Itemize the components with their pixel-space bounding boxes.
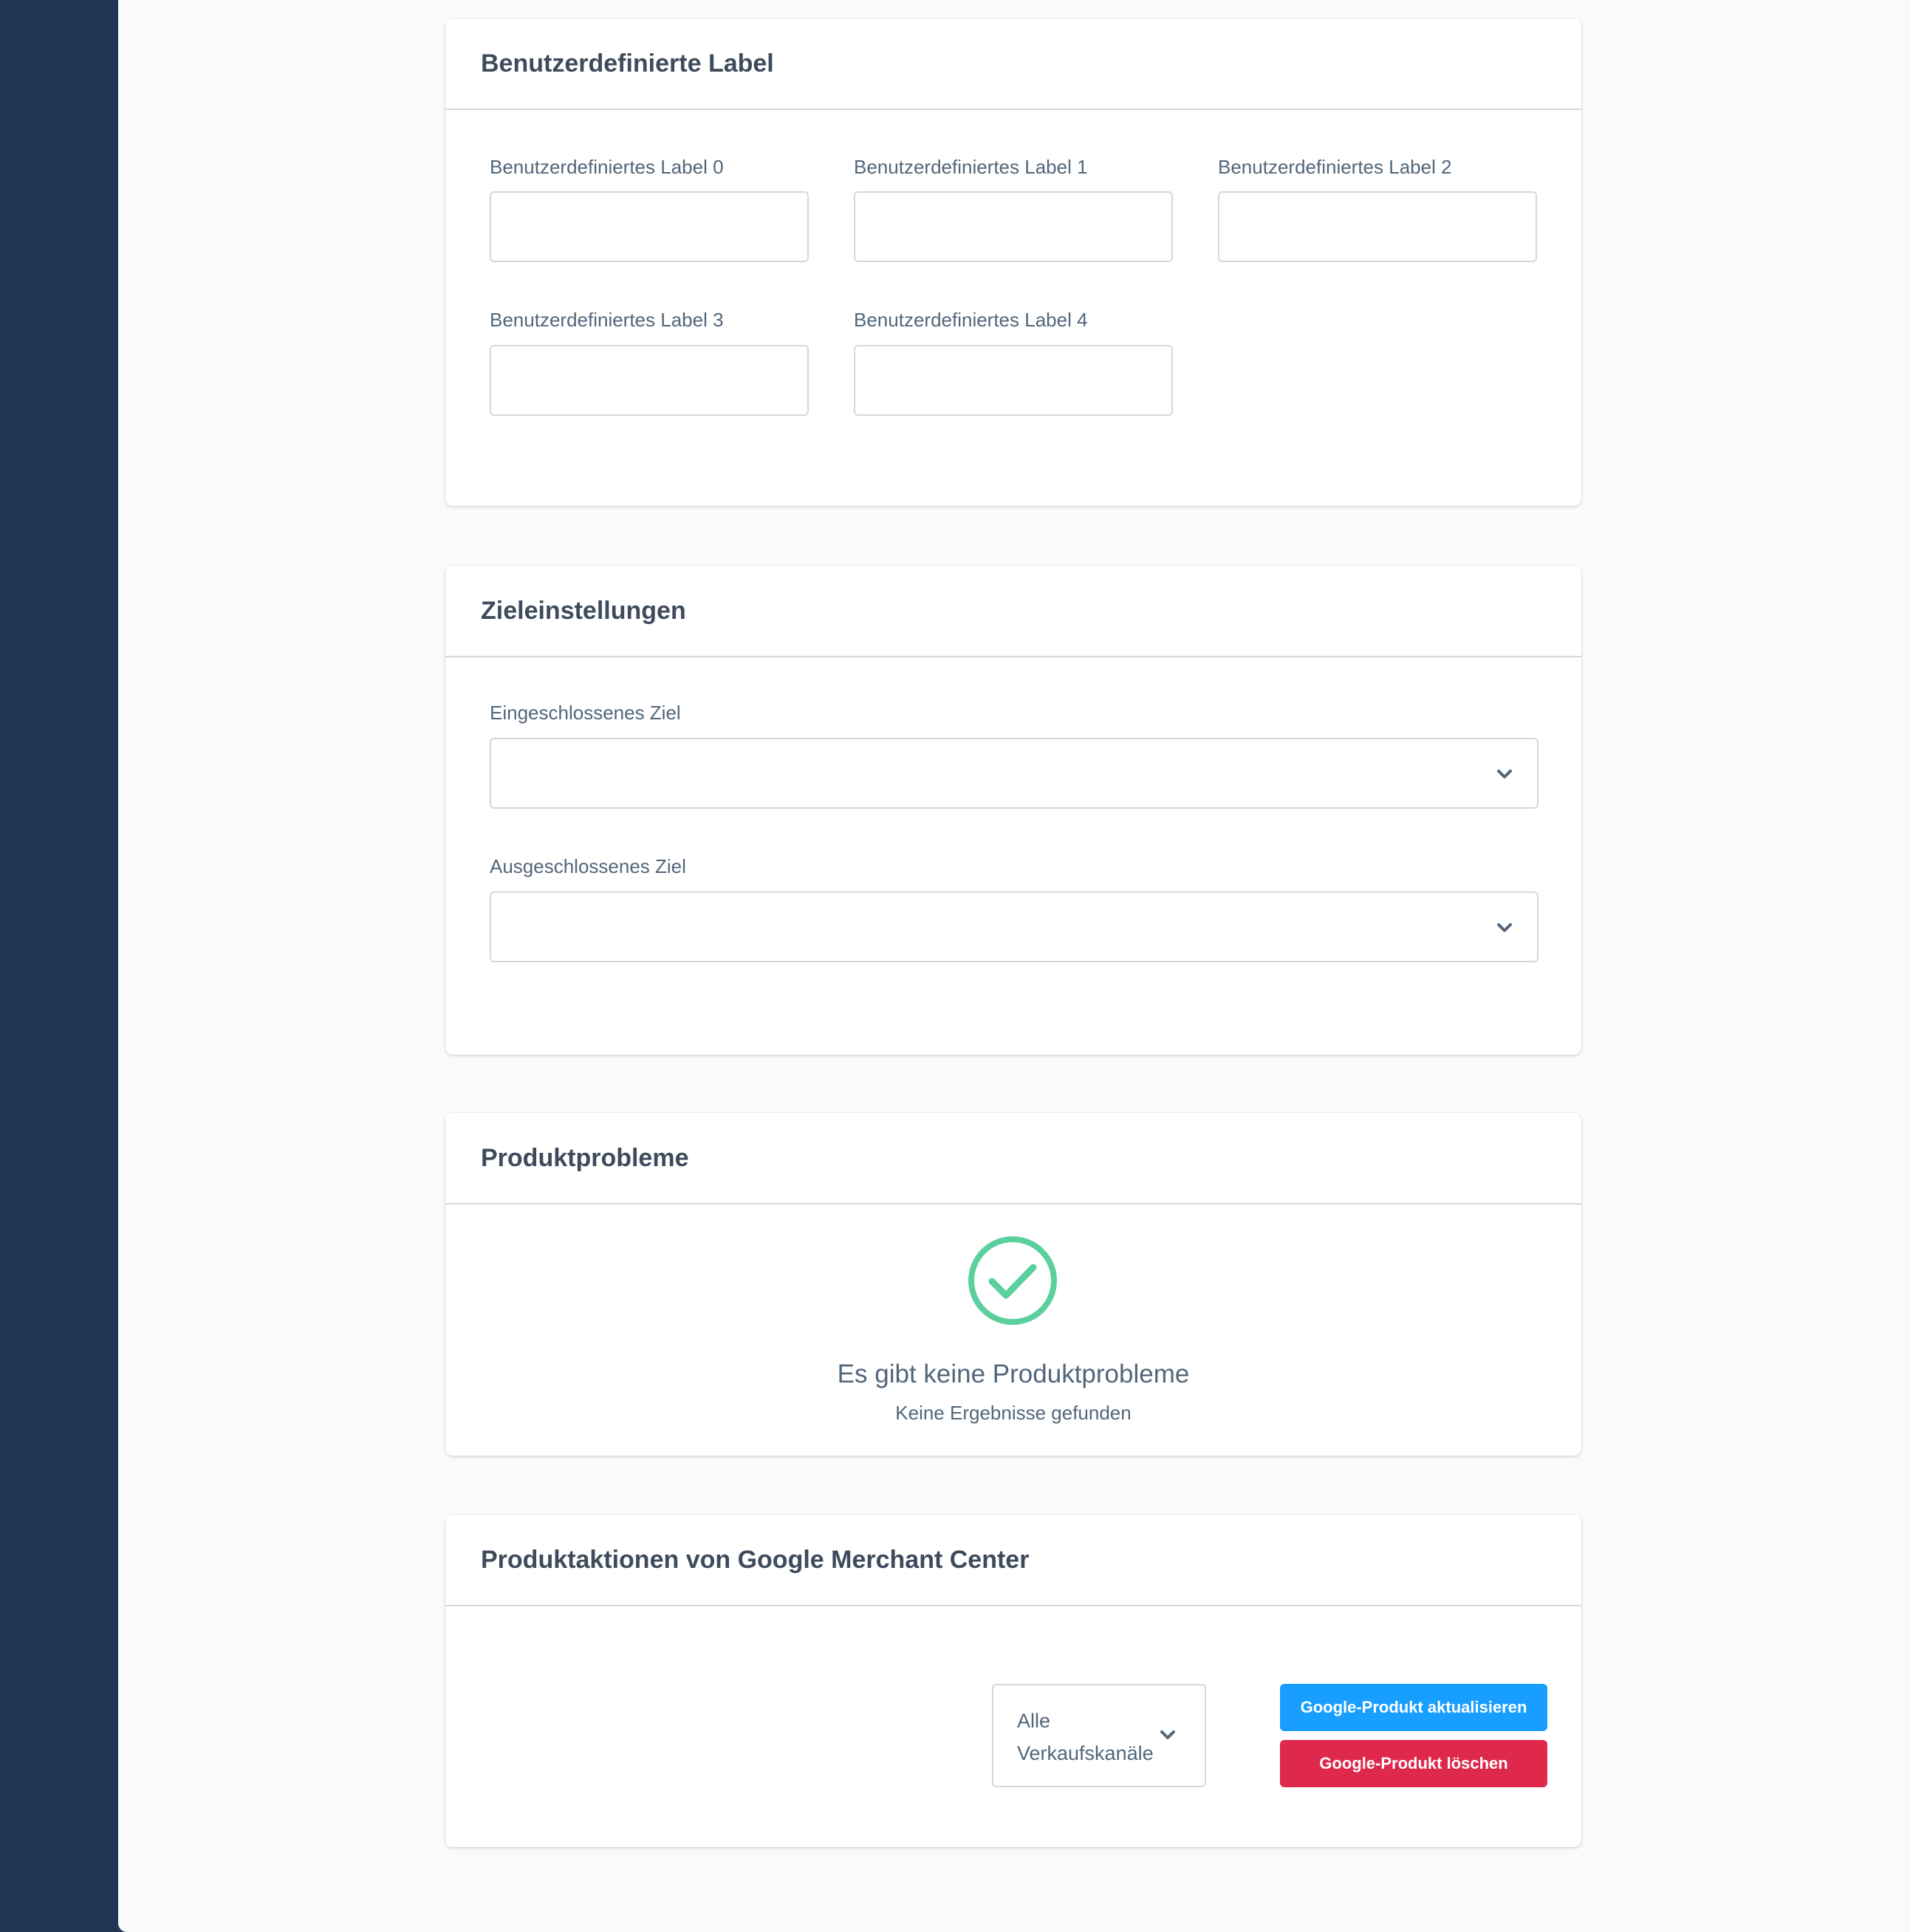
custom-label-4-label: Benutzerdefiniertes Label 4 — [854, 309, 1088, 331]
product-issues-card: Produktprobleme Es gibt keine Produktpro… — [445, 1113, 1581, 1456]
custom-label-3-input[interactable] — [490, 345, 809, 416]
check-circle-icon — [968, 1236, 1057, 1325]
card-title: Produktprobleme — [481, 1143, 689, 1172]
custom-label-1-label: Benutzerdefiniertes Label 1 — [854, 156, 1088, 178]
included-destination-select[interactable] — [490, 738, 1538, 809]
sales-channel-value: Alle Verkaufskanäle — [1017, 1710, 1154, 1764]
sales-channel-select[interactable]: Alle Verkaufskanäle — [992, 1684, 1206, 1787]
card-header: Produktprobleme — [445, 1113, 1581, 1205]
excluded-destination-label: Ausgeschlossenes Ziel — [490, 855, 686, 877]
custom-label-1-input[interactable] — [854, 191, 1173, 262]
merchant-actions-card: Produktaktionen von Google Merchant Cent… — [445, 1515, 1581, 1847]
custom-label-2-label: Benutzerdefiniertes Label 2 — [1218, 156, 1452, 178]
custom-label-4-input[interactable] — [854, 345, 1173, 416]
custom-labels-card: Benutzerdefinierte Label Benutzerdefinie… — [445, 18, 1581, 506]
empty-state-title: Es gibt keine Produktprobleme — [837, 1360, 1190, 1388]
chevron-down-icon — [1160, 1730, 1175, 1739]
empty-state-subtitle: Keine Ergebnisse gefunden — [895, 1402, 1132, 1424]
card-title: Zieleinstellungen — [481, 596, 686, 625]
update-google-product-button[interactable]: Google-Produkt aktualisieren — [1280, 1684, 1547, 1731]
chevron-down-icon — [1497, 770, 1512, 778]
chevron-down-icon — [1497, 923, 1512, 932]
card-title: Produktaktionen von Google Merchant Cent… — [481, 1545, 1030, 1574]
sidebar — [0, 0, 118, 1932]
destination-settings-card: Zieleinstellungen Eingeschlossenes Ziel … — [445, 566, 1581, 1055]
card-header: Benutzerdefinierte Label — [445, 18, 1581, 110]
custom-label-0-input[interactable] — [490, 191, 809, 262]
custom-label-0-label: Benutzerdefiniertes Label 0 — [490, 156, 724, 178]
included-destination-label: Eingeschlossenes Ziel — [490, 702, 681, 724]
excluded-destination-select[interactable] — [490, 891, 1538, 962]
card-title: Benutzerdefinierte Label — [481, 49, 774, 78]
delete-google-product-button[interactable]: Google-Produkt löschen — [1280, 1740, 1547, 1787]
custom-label-3-label: Benutzerdefiniertes Label 3 — [490, 309, 724, 331]
custom-label-2-input[interactable] — [1218, 191, 1537, 262]
card-header: Zieleinstellungen — [445, 566, 1581, 657]
main-content: Benutzerdefinierte Label Benutzerdefinie… — [118, 0, 1910, 1932]
card-header: Produktaktionen von Google Merchant Cent… — [445, 1515, 1581, 1606]
